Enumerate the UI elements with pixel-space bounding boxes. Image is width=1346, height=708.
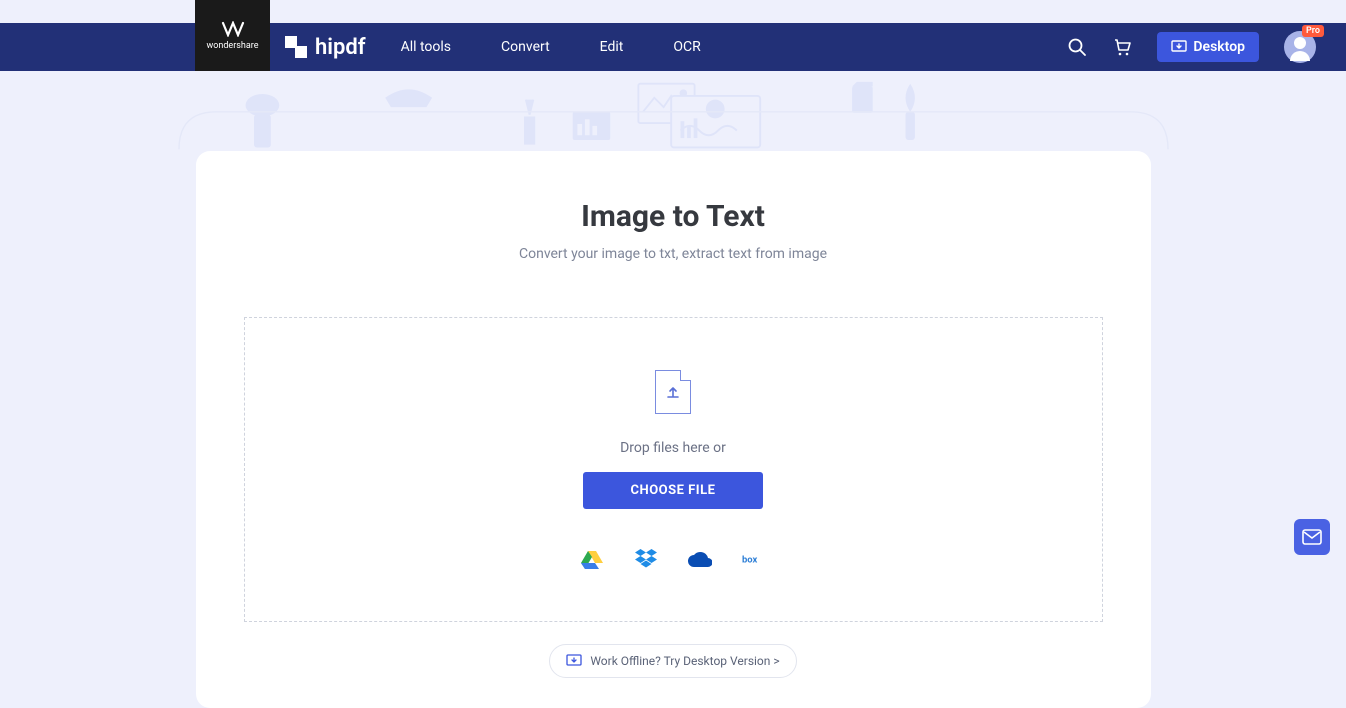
choose-file-button[interactable]: CHOOSE FILE [583,472,764,509]
drop-zone[interactable]: Drop files here or CHOOSE FILE box [244,317,1103,622]
decorative-illustrations [96,71,1251,151]
cart-icon[interactable] [1112,37,1132,57]
wondershare-label: wondershare [206,41,258,51]
desktop-button[interactable]: Desktop [1157,32,1259,62]
wondershare-badge[interactable]: wondershare [195,0,270,71]
email-fab[interactable] [1294,519,1330,555]
dropbox-icon[interactable] [634,549,658,569]
main-card: Image to Text Convert your image to txt,… [196,151,1151,708]
page-title: Image to Text [244,199,1103,234]
pro-badge: Pro [1302,25,1324,37]
nav-convert[interactable]: Convert [501,39,550,55]
google-drive-icon[interactable] [580,549,604,569]
deco-icons [96,79,1251,154]
hipdf-logo-icon [285,36,307,58]
offline-pill-text: Work Offline? Try Desktop Version > [590,654,779,668]
avatar[interactable]: Pro [1284,31,1316,63]
offline-pill[interactable]: Work Offline? Try Desktop Version > [549,644,796,678]
box-icon[interactable]: box [742,549,766,569]
drop-text: Drop files here or [620,440,726,456]
nav-edit[interactable]: Edit [600,39,624,55]
file-upload-icon [655,370,691,414]
nav-ocr[interactable]: OCR [673,39,700,55]
desktop-button-label: Desktop [1193,39,1245,55]
search-icon[interactable] [1067,37,1087,57]
hipdf-logo-text: hipdf [315,35,366,60]
page-subtitle: Convert your image to txt, extract text … [244,246,1103,262]
nav-all-tools[interactable]: All tools [401,39,451,55]
onedrive-icon[interactable] [688,549,712,569]
svg-text:box: box [742,554,758,565]
hipdf-logo[interactable]: hipdf [285,35,366,60]
